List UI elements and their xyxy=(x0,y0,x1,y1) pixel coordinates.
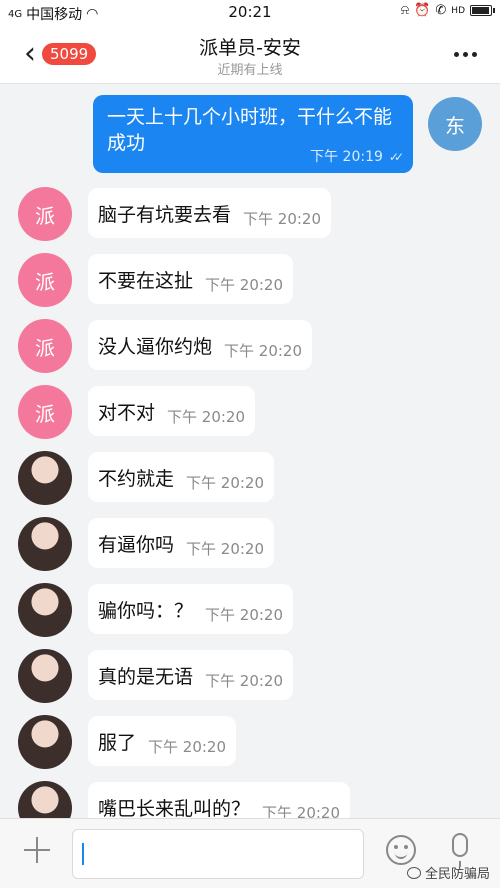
mute-icon: ⍾ xyxy=(400,3,410,18)
avatar[interactable]: 派 xyxy=(18,253,72,307)
message-bubble[interactable]: 真的是无语 下午 20:20 xyxy=(88,650,294,700)
message-time: 下午 20:20 xyxy=(167,407,246,426)
message-time: 下午 20:20 xyxy=(205,671,284,690)
chat-header: ‹ 5099 派单员-安安 近期有上线 xyxy=(0,26,500,84)
avatar[interactable] xyxy=(18,715,72,769)
chat-subtitle: 近期有上线 xyxy=(217,63,283,78)
avatar[interactable]: 东 xyxy=(428,97,482,151)
message-time: 下午 20:20 xyxy=(148,737,227,756)
message-text: 嘴巴长来乱叫的？ xyxy=(98,797,251,819)
avatar[interactable] xyxy=(18,451,72,505)
message-text: 对不对 xyxy=(98,401,156,424)
avatar[interactable] xyxy=(18,649,72,703)
status-bar: 4G 中国移动 ◠ 20:21 ⍾ ⏰ ✆ HD xyxy=(0,0,500,26)
phone-icon: ✆ xyxy=(435,3,447,18)
status-right: ⍾ ⏰ ✆ HD xyxy=(400,3,495,18)
message-bubble[interactable]: 骗你吗：？ 下午 20:20 xyxy=(88,584,294,634)
watermark-text: 全民防骗局 xyxy=(424,867,490,882)
avatar[interactable] xyxy=(18,583,72,637)
message-time: 下午 20:20 xyxy=(224,341,303,360)
avatar[interactable]: 派 xyxy=(18,187,72,241)
message-time: 下午 20:20 xyxy=(186,539,265,558)
chat-title: 派单员-安安 xyxy=(199,37,301,59)
message-bubble[interactable]: 有逼你吗 下午 20:20 xyxy=(88,518,275,568)
message-text: 不约就走 xyxy=(98,467,175,490)
more-options-icon[interactable] xyxy=(454,46,480,62)
message-text: 服了 xyxy=(98,731,137,754)
message-text: 脑子有坑要去看 xyxy=(98,203,232,226)
message-text: 有逼你吗 xyxy=(98,533,175,556)
message-bubble[interactable]: 嘴巴长来乱叫的？ 下午 20:20 xyxy=(88,782,351,819)
message-time: 下午 20:20 xyxy=(205,275,284,294)
message-bubble[interactable]: 没人逼你约炮 下午 20:20 xyxy=(88,320,313,370)
sent-message-bubble[interactable]: 一天上十几个小时班，干什么不能成功 下午 20:19 ✓✓ xyxy=(93,95,413,173)
avatar[interactable]: 派 xyxy=(18,319,72,373)
avatar[interactable] xyxy=(18,781,72,818)
emoji-icon[interactable] xyxy=(386,835,416,865)
plus-icon[interactable] xyxy=(22,835,52,865)
message-bubble[interactable]: 不要在这扯 下午 20:20 xyxy=(88,254,294,304)
message-bubble[interactable]: 不约就走 下午 20:20 xyxy=(88,452,275,502)
message-bubble[interactable]: 对不对 下午 20:20 xyxy=(88,386,256,436)
chat-area[interactable]: 一天上十几个小时班，干什么不能成功 下午 20:19 ✓✓ 东 派 脑子有坑要去看… xyxy=(0,85,500,818)
watermark: 全民防骗局 xyxy=(406,863,490,882)
microphone-icon[interactable] xyxy=(452,833,468,867)
message-bubble[interactable]: 服了 下午 20:20 xyxy=(88,716,237,766)
wechat-logo-icon xyxy=(406,866,421,879)
message-input[interactable] xyxy=(72,829,364,879)
avatar[interactable]: 派 xyxy=(18,385,72,439)
message-text: 骗你吗：？ xyxy=(98,599,194,622)
message-time: 下午 20:20 xyxy=(186,473,265,492)
network-label: HD xyxy=(451,5,465,16)
alarm-icon: ⏰ xyxy=(414,3,431,18)
input-bar: 全民防骗局 xyxy=(0,818,500,888)
text-cursor xyxy=(82,843,84,865)
message-time: 下午 20:20 xyxy=(243,209,322,228)
message-time: 下午 20:20 xyxy=(205,605,284,624)
message-text: 不要在这扯 xyxy=(98,269,194,292)
message-text: 没人逼你约炮 xyxy=(98,335,213,358)
battery-icon xyxy=(470,5,495,16)
read-receipt-icon: ✓✓ xyxy=(388,150,404,164)
avatar[interactable] xyxy=(18,517,72,571)
message-time: 下午 20:20 xyxy=(262,803,341,819)
message-bubble[interactable]: 脑子有坑要去看 下午 20:20 xyxy=(88,188,332,238)
message-text: 真的是无语 xyxy=(98,665,194,688)
message-time: 下午 20:19 ✓✓ xyxy=(310,149,404,165)
